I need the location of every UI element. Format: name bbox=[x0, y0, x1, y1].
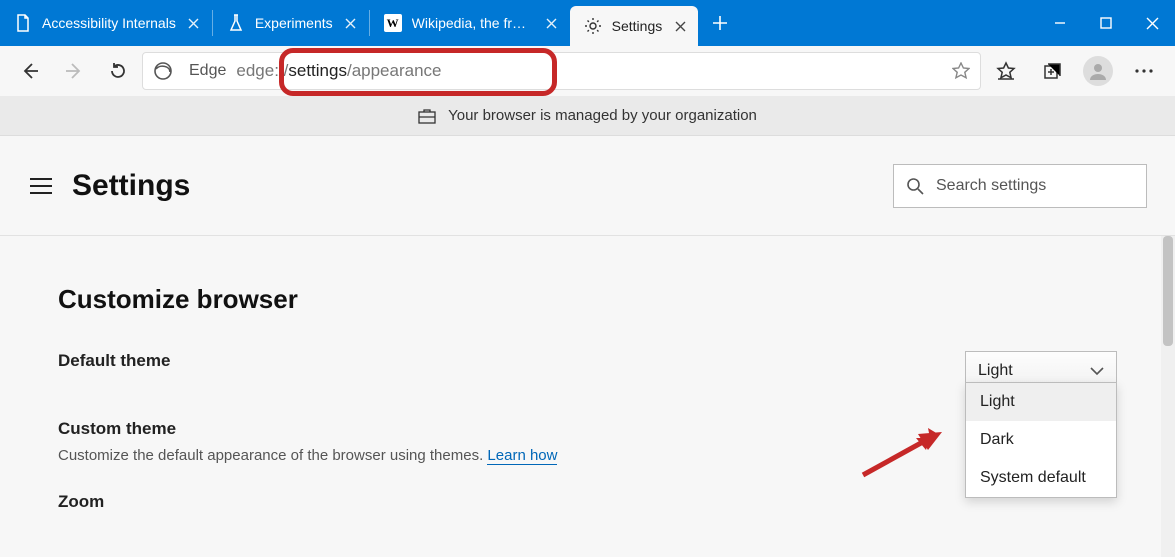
page-title: Settings bbox=[72, 169, 190, 203]
search-placeholder: Search settings bbox=[936, 177, 1046, 195]
tab-settings[interactable]: Settings bbox=[570, 6, 699, 46]
more-menu-button[interactable] bbox=[1123, 51, 1165, 91]
close-icon[interactable] bbox=[672, 18, 688, 34]
zoom-label: Zoom bbox=[58, 492, 104, 512]
custom-theme-label: Custom theme bbox=[58, 419, 176, 439]
learn-how-link[interactable]: Learn how bbox=[487, 447, 557, 465]
tab-accessibility-internals[interactable]: Accessibility Internals bbox=[0, 0, 212, 46]
row-default-theme: Default theme Light bbox=[58, 351, 1117, 391]
flask-icon bbox=[227, 14, 245, 32]
profile-button[interactable] bbox=[1077, 51, 1119, 91]
favorite-star-icon[interactable] bbox=[952, 62, 970, 80]
search-engine-label: Edge bbox=[189, 62, 226, 80]
edge-logo-icon bbox=[153, 61, 173, 81]
row-custom-theme: Custom theme Customize the default appea… bbox=[58, 419, 1117, 464]
forward-button[interactable] bbox=[54, 51, 94, 91]
managed-banner-text: Your browser is managed by your organiza… bbox=[448, 107, 757, 124]
close-icon[interactable] bbox=[343, 15, 359, 31]
search-icon bbox=[906, 177, 924, 195]
close-icon[interactable] bbox=[186, 15, 202, 31]
scrollbar-thumb[interactable] bbox=[1163, 236, 1173, 346]
refresh-button[interactable] bbox=[98, 51, 138, 91]
tab-label: Accessibility Internals bbox=[42, 15, 176, 31]
theme-dropdown: Light Dark System default bbox=[965, 382, 1117, 498]
tab-label: Settings bbox=[612, 18, 663, 34]
row-zoom: Zoom bbox=[58, 492, 1117, 512]
maximize-button[interactable] bbox=[1083, 0, 1129, 46]
minimize-button[interactable] bbox=[1037, 0, 1083, 46]
tab-wikipedia[interactable]: W Wikipedia, the free en bbox=[370, 0, 570, 46]
theme-option-light[interactable]: Light bbox=[966, 383, 1116, 421]
avatar-icon bbox=[1083, 56, 1113, 86]
section-title: Customize browser bbox=[58, 284, 1117, 315]
settings-menu-button[interactable] bbox=[28, 173, 54, 199]
back-button[interactable] bbox=[10, 51, 50, 91]
gear-icon bbox=[584, 17, 602, 35]
window-controls bbox=[1037, 0, 1175, 46]
theme-option-dark[interactable]: Dark bbox=[966, 421, 1116, 459]
vertical-scrollbar[interactable] bbox=[1161, 236, 1175, 557]
close-window-button[interactable] bbox=[1129, 0, 1175, 46]
browser-toolbar: Edge edge://settings/appearance bbox=[0, 46, 1175, 96]
favorites-button[interactable] bbox=[985, 51, 1027, 91]
briefcase-icon bbox=[418, 108, 436, 124]
file-icon bbox=[14, 14, 32, 32]
managed-by-org-banner: Your browser is managed by your organiza… bbox=[0, 96, 1175, 136]
settings-header: Settings Search settings bbox=[0, 136, 1175, 236]
theme-option-system-default[interactable]: System default bbox=[966, 459, 1116, 497]
tab-label: Experiments bbox=[255, 15, 333, 31]
theme-select-value: Light bbox=[978, 362, 1013, 380]
search-settings-input[interactable]: Search settings bbox=[893, 164, 1147, 208]
close-icon[interactable] bbox=[544, 15, 560, 31]
chevron-down-icon bbox=[1090, 366, 1104, 376]
custom-theme-description: Customize the default appearance of the … bbox=[58, 447, 557, 464]
collections-button[interactable] bbox=[1031, 51, 1073, 91]
tab-label: Wikipedia, the free en bbox=[412, 15, 534, 31]
browser-tab-strip: Accessibility Internals Experiments W Wi… bbox=[0, 0, 1175, 46]
tab-experiments[interactable]: Experiments bbox=[213, 0, 369, 46]
new-tab-button[interactable] bbox=[698, 0, 742, 46]
wikipedia-icon: W bbox=[384, 14, 402, 32]
address-bar[interactable]: Edge edge://settings/appearance bbox=[142, 52, 981, 90]
default-theme-label: Default theme bbox=[58, 351, 170, 371]
url-text: edge://settings/appearance bbox=[236, 61, 441, 81]
